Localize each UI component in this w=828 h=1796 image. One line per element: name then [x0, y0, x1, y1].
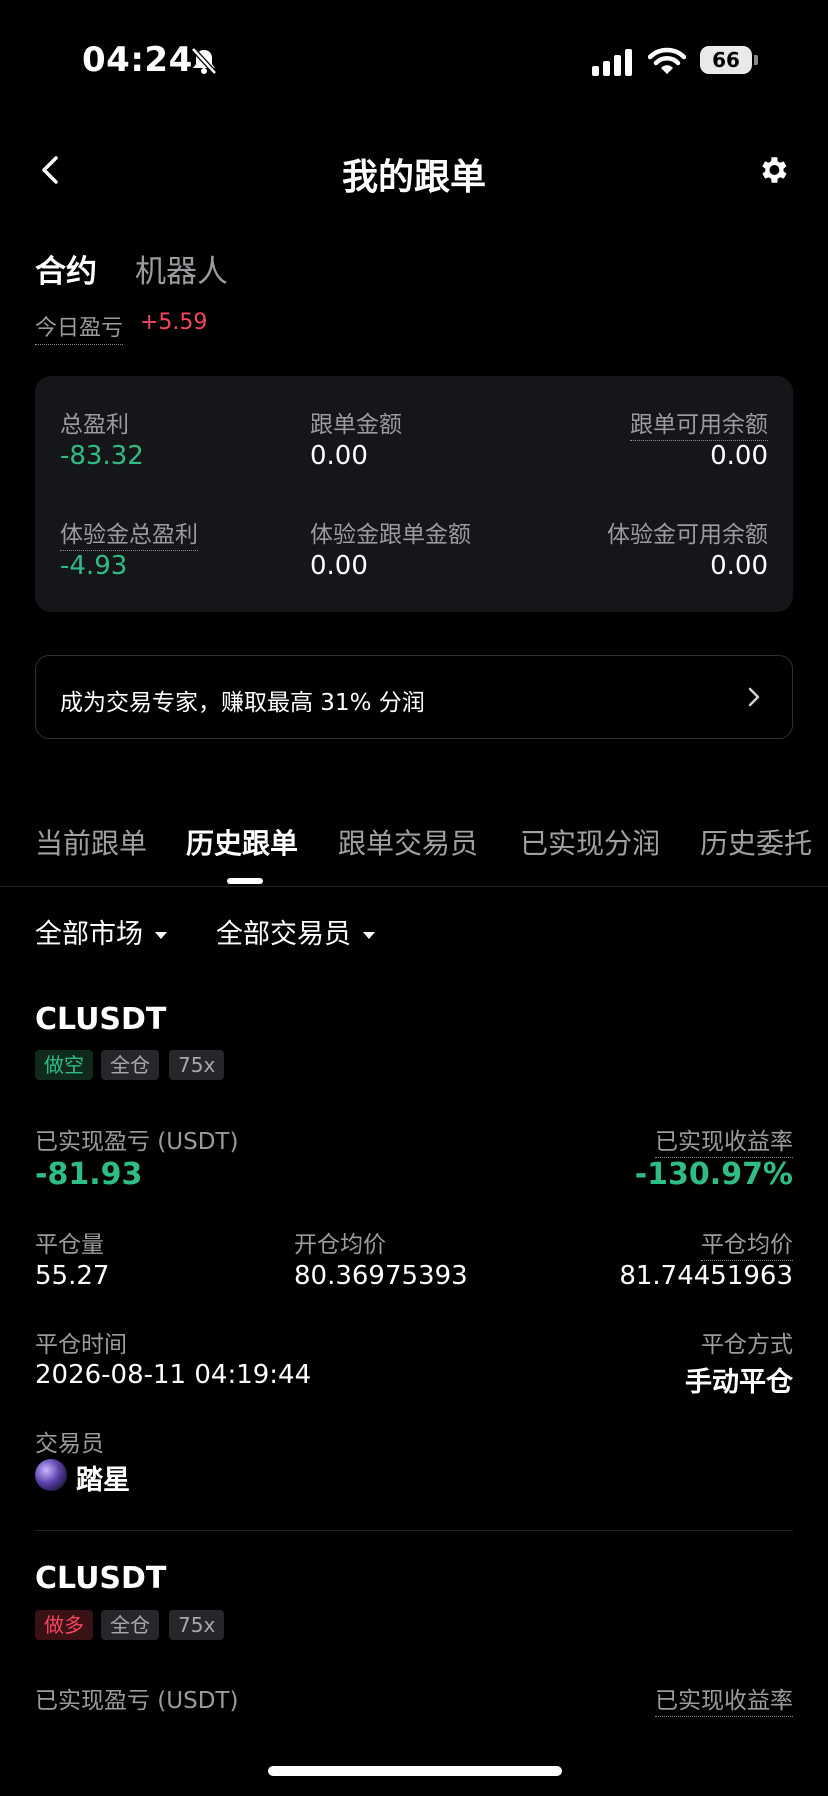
trial-follow-amount-label: 体验金跟单金额 — [310, 522, 471, 548]
tab-followed-traders[interactable]: 跟单交易员 — [338, 822, 478, 862]
gear-icon[interactable] — [756, 152, 790, 188]
side-tag: 做多 — [35, 1610, 93, 1640]
realized-pnl-label: 已实现盈亏 (USDT) — [35, 1688, 239, 1714]
banner-text: 成为交易专家，赚取最高 31% 分润 — [60, 690, 425, 716]
leverage-tag: 75x — [169, 1610, 225, 1640]
tab-history-orders[interactable]: 历史委托 — [700, 822, 812, 862]
trader-avatar[interactable] — [35, 1459, 67, 1491]
page-title: 我的跟单 — [341, 157, 486, 198]
home-indicator[interactable] — [268, 1766, 562, 1776]
trader-name[interactable]: 踏星 — [76, 1458, 130, 1497]
today-pnl-label[interactable]: 今日盈亏 — [35, 310, 124, 345]
order-symbol[interactable]: CLUSDT — [35, 1002, 166, 1037]
signal-icon — [592, 49, 632, 76]
close-time-label: 平仓时间 — [35, 1332, 127, 1358]
tab-realized-share[interactable]: 已实现分润 — [520, 822, 660, 862]
available-value: 0.00 — [710, 441, 768, 471]
margin-mode-tag: 全仓 — [101, 1610, 159, 1640]
tab-history-follow[interactable]: 历史跟单 — [186, 822, 298, 862]
side-tag: 做空 — [35, 1050, 93, 1080]
bell-slash-icon — [191, 47, 217, 75]
close-qty-value: 55.27 — [35, 1261, 110, 1291]
order-symbol[interactable]: CLUSDT — [35, 1561, 166, 1596]
trial-total-profit-value: -4.93 — [60, 551, 128, 581]
caret-down-icon — [155, 932, 167, 939]
tab-contract[interactable]: 合约 — [35, 246, 97, 291]
margin-mode-tag: 全仓 — [101, 1050, 159, 1080]
realized-roi-label[interactable]: 已实现收益率 — [655, 1129, 793, 1158]
active-tab-indicator — [227, 878, 263, 884]
trader-filter[interactable]: 全部交易员 — [216, 912, 375, 951]
battery-icon: 66 — [700, 46, 752, 74]
close-method-label: 平仓方式 — [701, 1332, 793, 1358]
tab-robot[interactable]: 机器人 — [135, 246, 228, 291]
available-label[interactable]: 跟单可用余额 — [630, 412, 768, 441]
realized-roi-value: -130.97% — [634, 1157, 793, 1192]
chevron-right-icon — [748, 687, 760, 707]
bottom-fade — [0, 1720, 828, 1796]
trial-follow-amount-value: 0.00 — [310, 551, 368, 581]
trial-available-label: 体验金可用余额 — [607, 522, 768, 548]
battery-tip — [754, 55, 758, 65]
open-avg-label: 开仓均价 — [294, 1232, 386, 1258]
tabs-divider — [0, 886, 828, 887]
order-divider — [35, 1530, 793, 1531]
total-profit-value: -83.32 — [60, 441, 144, 471]
trader-label: 交易员 — [35, 1431, 104, 1457]
realized-pnl-label: 已实现盈亏 (USDT) — [35, 1129, 239, 1155]
close-avg-value: 81.74451963 — [619, 1261, 793, 1291]
tab-current-follow[interactable]: 当前跟单 — [35, 822, 147, 862]
wifi-icon — [648, 47, 686, 74]
realized-roi-label[interactable]: 已实现收益率 — [655, 1688, 793, 1717]
trial-total-profit-label[interactable]: 体验金总盈利 — [60, 522, 198, 551]
trial-available-value: 0.00 — [710, 551, 768, 581]
market-filter-label: 全部市场 — [35, 919, 143, 950]
close-time-value: 2026-08-11 04:19:44 — [35, 1360, 312, 1390]
status-time: 04:24 — [82, 40, 193, 80]
follow-amount-value: 0.00 — [310, 441, 368, 471]
market-filter[interactable]: 全部市场 — [35, 912, 167, 951]
close-avg-label[interactable]: 平仓均价 — [701, 1232, 793, 1261]
trader-filter-label: 全部交易员 — [216, 919, 351, 950]
follow-amount-label: 跟单金额 — [310, 412, 402, 438]
close-method-value: 手动平仓 — [685, 1367, 793, 1398]
caret-down-icon — [363, 932, 375, 939]
realized-pnl-value: -81.93 — [35, 1157, 143, 1192]
today-pnl-value: +5.59 — [140, 310, 208, 335]
close-qty-label: 平仓量 — [35, 1232, 104, 1258]
total-profit-label: 总盈利 — [60, 412, 129, 438]
leverage-tag: 75x — [169, 1050, 225, 1080]
open-avg-value: 80.36975393 — [294, 1261, 468, 1291]
